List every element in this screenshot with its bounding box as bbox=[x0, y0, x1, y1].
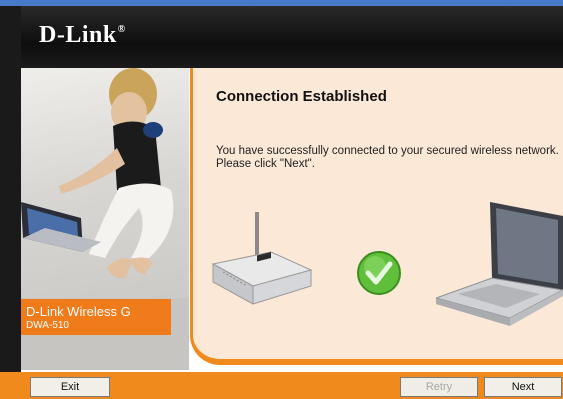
router-icon bbox=[211, 212, 313, 305]
page-title: Connection Established bbox=[216, 88, 387, 105]
dlink-logo: D-Link® bbox=[39, 22, 126, 49]
retry-button[interactable]: Retry bbox=[400, 377, 478, 397]
checkmark-icon bbox=[357, 251, 401, 295]
exit-button[interactable]: Exit bbox=[30, 377, 110, 397]
left-border bbox=[0, 6, 21, 399]
status-message: You have successfully connected to your … bbox=[216, 145, 561, 171]
header-banner: D-Link® bbox=[21, 6, 563, 68]
product-model: DWA-510 bbox=[26, 320, 69, 331]
message-line-2: Please click "Next". bbox=[216, 158, 315, 170]
wizard-window: D-Link® Connection Established You have … bbox=[0, 0, 563, 399]
logo-text: D-Link bbox=[39, 22, 117, 48]
message-line-1: You have successfully connected to your … bbox=[216, 145, 559, 157]
laptop-icon bbox=[436, 202, 563, 326]
product-name: D-Link Wireless G bbox=[26, 304, 131, 319]
product-badge: D-Link Wireless G DWA-510 bbox=[21, 299, 171, 335]
next-button[interactable]: Next bbox=[484, 377, 562, 397]
registered-mark: ® bbox=[117, 24, 126, 35]
